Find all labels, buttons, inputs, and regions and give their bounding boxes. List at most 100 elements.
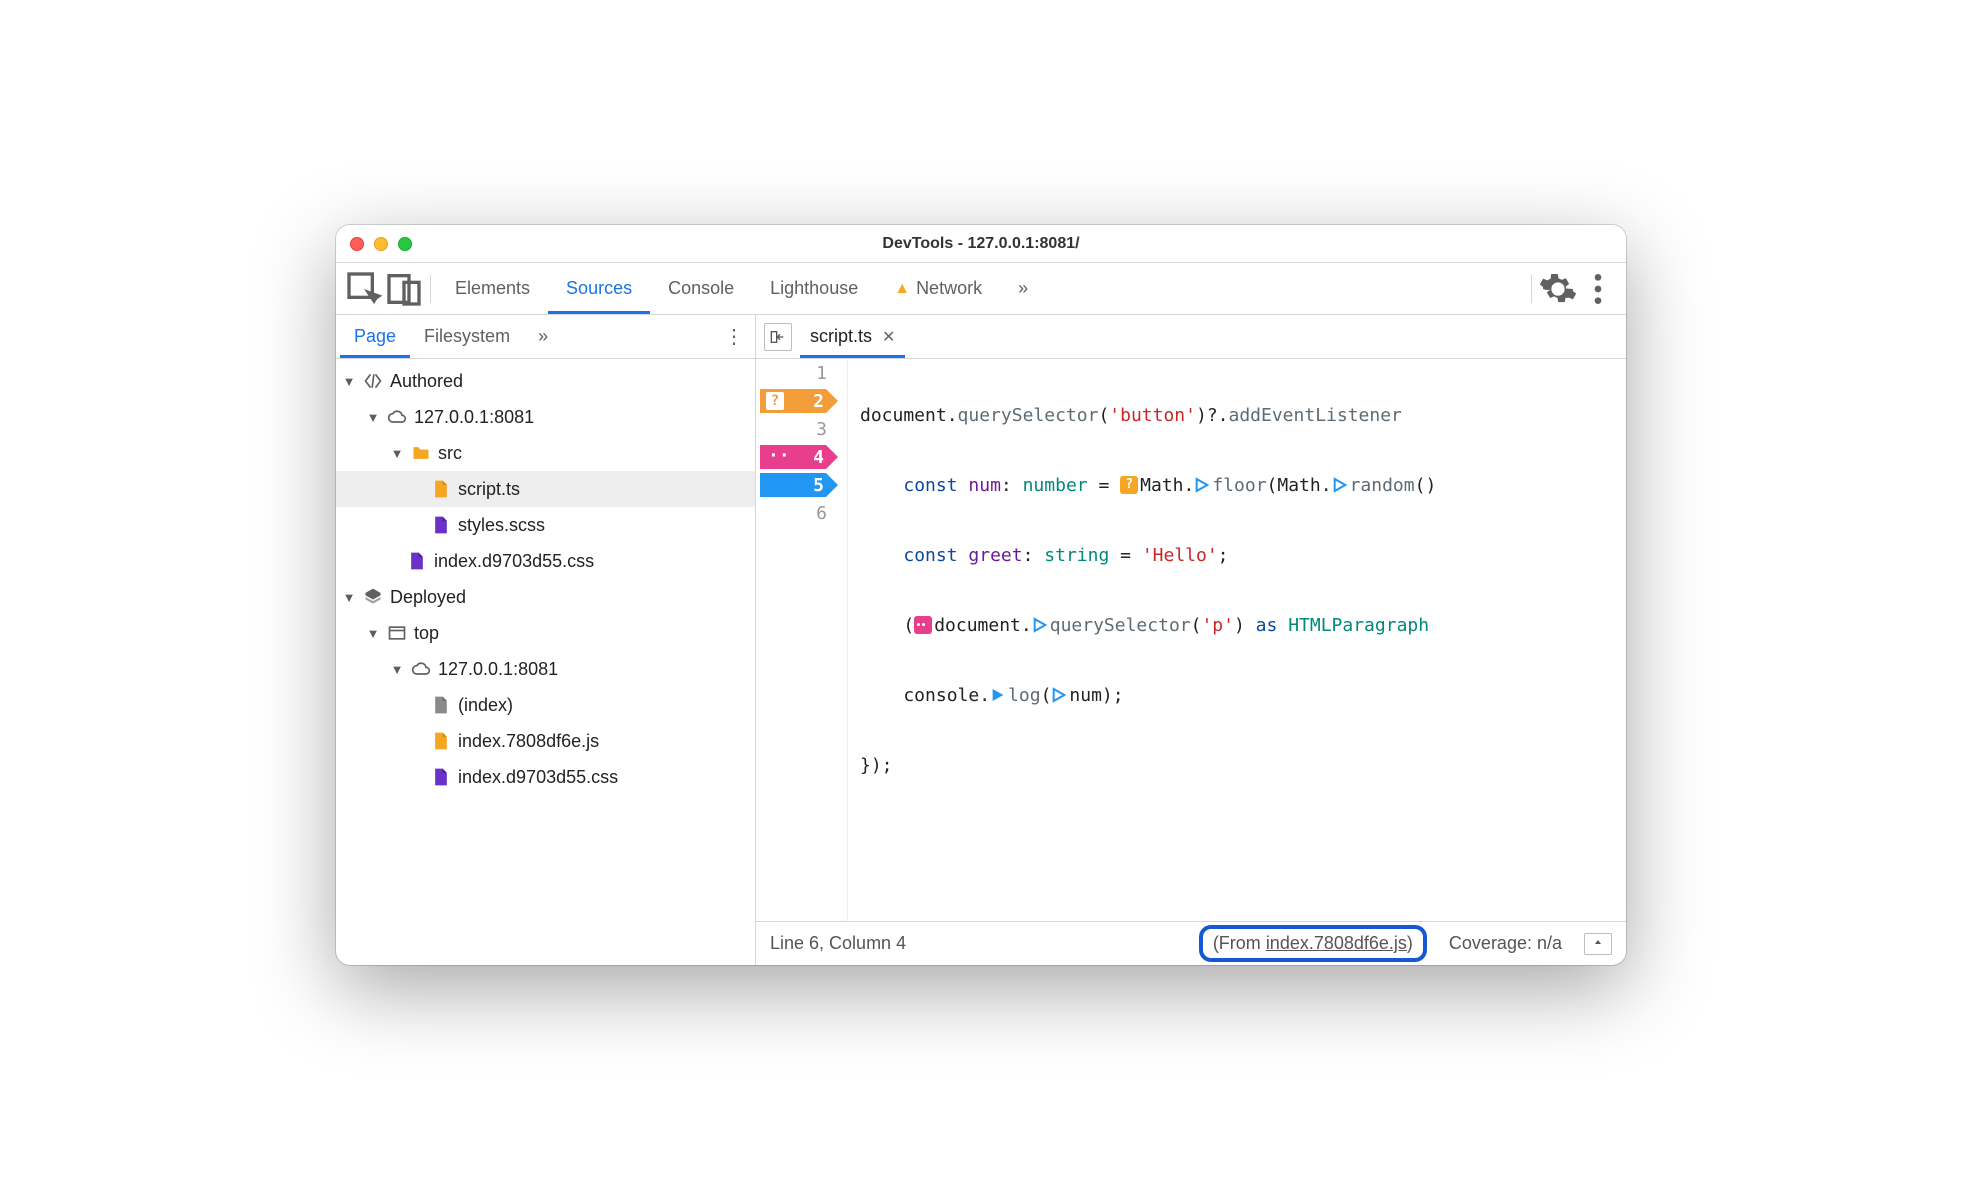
settings-icon[interactable] (1538, 269, 1578, 309)
close-window-button[interactable] (350, 237, 364, 251)
code-editor[interactable]: 1 ? 2 3 ·· 4 (756, 359, 1626, 921)
js-file-icon (430, 478, 452, 500)
code-line: const greet: string = 'Hello'; (860, 541, 1626, 569)
tab-network-label: Network (916, 278, 982, 299)
tree-label: script.ts (458, 479, 520, 500)
tree-label: Deployed (390, 587, 466, 608)
file-tree: ▼ Authored ▼ 127.0.0.1:8081 ▼ src script… (336, 359, 755, 965)
line-number[interactable]: ? 2 (756, 387, 847, 415)
tree-label: 127.0.0.1:8081 (414, 407, 534, 428)
devtools-window: DevTools - 127.0.0.1:8081/ Elements Sour… (336, 225, 1626, 965)
editor-pane: script.ts ✕ 1 ? 2 3 ·· (756, 315, 1626, 965)
tree-label: index.7808df6e.js (458, 731, 599, 752)
inspect-element-icon[interactable] (344, 269, 384, 309)
tree-folder-src[interactable]: ▼ src (336, 435, 755, 471)
disclosure-triangle-icon[interactable]: ▼ (366, 626, 380, 641)
panel-body: Page Filesystem » ⋮ ▼ Authored ▼ 127.0.0… (336, 315, 1626, 965)
navigator-more-tabs[interactable]: » (524, 315, 562, 358)
disclosure-triangle-icon[interactable]: ▼ (390, 662, 404, 677)
disclosure-triangle-icon[interactable]: ▼ (366, 410, 380, 425)
titlebar: DevTools - 127.0.0.1:8081/ (336, 225, 1626, 263)
tab-elements[interactable]: Elements (437, 263, 548, 314)
inline-breakpoint-icon[interactable]: ? (1120, 476, 1138, 494)
device-toolbar-icon[interactable] (384, 269, 424, 309)
navigator-sidebar: Page Filesystem » ⋮ ▼ Authored ▼ 127.0.0… (336, 315, 756, 965)
zoom-window-button[interactable] (398, 237, 412, 251)
code-line: document.querySelector('button')?.addEve… (860, 401, 1626, 429)
tree-file-script[interactable]: script.ts (336, 471, 755, 507)
editor-tab-script[interactable]: script.ts ✕ (800, 315, 905, 358)
disclosure-triangle-icon[interactable]: ▼ (390, 446, 404, 461)
coverage-label: Coverage: n/a (1449, 933, 1562, 954)
breakpoint-badge: ? (766, 392, 784, 410)
inline-logpoint-icon[interactable] (914, 616, 932, 634)
tree-group-deployed[interactable]: ▼ Deployed (336, 579, 755, 615)
editor-tab-label: script.ts (810, 326, 872, 347)
show-drawer-icon[interactable] (1584, 933, 1612, 955)
inline-breakpoint-icon[interactable] (1032, 617, 1048, 633)
tree-file-styles[interactable]: styles.scss (336, 507, 755, 543)
source-map-link[interactable]: (From index.7808df6e.js) (1199, 925, 1427, 962)
code-content[interactable]: document.querySelector('button')?.addEve… (848, 359, 1626, 921)
traffic-lights (350, 237, 412, 251)
tree-frame-top[interactable]: ▼ top (336, 615, 755, 651)
line-number[interactable]: 5 (756, 471, 847, 499)
line-number[interactable]: 3 (756, 415, 847, 443)
tree-file-css1[interactable]: index.d9703d55.css (336, 543, 755, 579)
separator (1531, 275, 1532, 303)
tree-host[interactable]: ▼ 127.0.0.1:8081 (336, 399, 755, 435)
navigator-tab-page[interactable]: Page (340, 315, 410, 358)
tab-console[interactable]: Console (650, 263, 752, 314)
separator (430, 275, 431, 303)
tree-file-index[interactable]: (index) (336, 687, 755, 723)
code-line: (document.querySelector('p') as HTMLPara… (860, 611, 1626, 639)
gutter[interactable]: 1 ? 2 3 ·· 4 (756, 359, 848, 921)
close-tab-icon[interactable]: ✕ (882, 327, 895, 347)
toggle-navigator-icon[interactable] (764, 323, 792, 351)
tree-label: index.d9703d55.css (434, 551, 594, 572)
js-file-icon (430, 730, 452, 752)
inline-breakpoint-icon[interactable] (1332, 477, 1348, 493)
minimize-window-button[interactable] (374, 237, 388, 251)
code-line: }); (860, 751, 1626, 779)
navigator-kebab-icon[interactable]: ⋮ (717, 324, 751, 349)
css-file-icon (430, 514, 452, 536)
conditional-breakpoint-icon[interactable]: ? 2 (760, 389, 838, 413)
tree-file-indexjs[interactable]: index.7808df6e.js (336, 723, 755, 759)
main-toolbar: Elements Sources Console Lighthouse ▲ Ne… (336, 263, 1626, 315)
disclosure-triangle-icon[interactable]: ▼ (342, 374, 356, 389)
tree-host-deployed[interactable]: ▼ 127.0.0.1:8081 (336, 651, 755, 687)
code-brackets-icon (362, 370, 384, 392)
line-number[interactable]: ·· 4 (756, 443, 847, 471)
tree-group-authored[interactable]: ▼ Authored (336, 363, 755, 399)
tab-network[interactable]: ▲ Network (876, 263, 1000, 314)
folder-icon (410, 442, 432, 464)
navigator-tab-filesystem[interactable]: Filesystem (410, 315, 524, 358)
code-line: const num: number = ?Math.floor(Math.ran… (860, 471, 1626, 499)
line-number[interactable]: 6 (756, 499, 847, 527)
tree-label: src (438, 443, 462, 464)
window-title: DevTools - 127.0.0.1:8081/ (336, 235, 1626, 253)
inline-breakpoint-icon[interactable] (990, 687, 1006, 703)
source-map-filename: index.7808df6e.js (1266, 933, 1407, 953)
tree-file-indexcss[interactable]: index.d9703d55.css (336, 759, 755, 795)
inline-breakpoint-icon[interactable] (1051, 687, 1067, 703)
tree-label: 127.0.0.1:8081 (438, 659, 558, 680)
code-line: console.log(num); (860, 681, 1626, 709)
logpoint-icon[interactable]: ·· 4 (760, 445, 838, 469)
panel-tabs: Elements Sources Console Lighthouse ▲ Ne… (437, 263, 1046, 314)
inline-breakpoint-icon[interactable] (1194, 477, 1210, 493)
kebab-menu-icon[interactable] (1578, 269, 1618, 309)
disclosure-triangle-icon[interactable]: ▼ (342, 590, 356, 605)
warning-icon: ▲ (894, 280, 910, 298)
tree-label: Authored (390, 371, 463, 392)
editor-tabs: script.ts ✕ (756, 315, 1626, 359)
tree-label: index.d9703d55.css (458, 767, 618, 788)
line-number[interactable]: 1 (756, 359, 847, 387)
tab-lighthouse[interactable]: Lighthouse (752, 263, 876, 314)
deployed-icon (362, 586, 384, 608)
breakpoint-icon[interactable]: 5 (760, 473, 838, 497)
cursor-position: Line 6, Column 4 (770, 933, 906, 954)
more-tabs-button[interactable]: » (1000, 263, 1046, 314)
tab-sources[interactable]: Sources (548, 263, 650, 314)
